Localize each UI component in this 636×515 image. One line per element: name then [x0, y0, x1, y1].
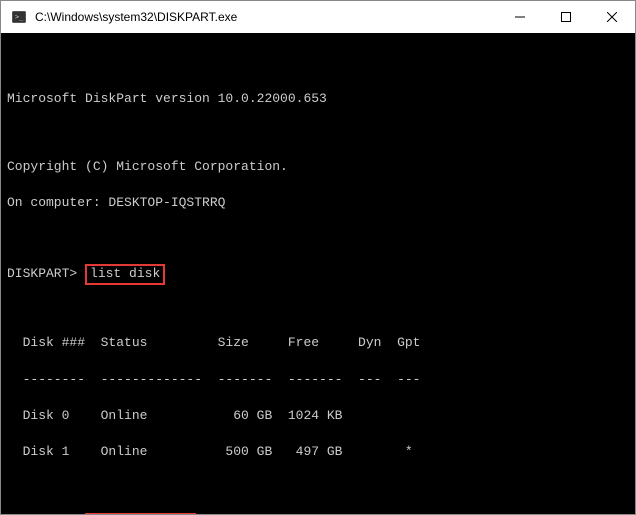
- window-title: C:\Windows\system32\DISKPART.exe: [35, 10, 497, 24]
- disk-row: Disk 1 Online 500 GB 497 GB *: [7, 443, 629, 461]
- minimize-button[interactable]: [497, 1, 543, 33]
- copyright-line: Copyright (C) Microsoft Corporation.: [7, 158, 629, 176]
- close-button[interactable]: [589, 1, 635, 33]
- titlebar[interactable]: >_ C:\Windows\system32\DISKPART.exe: [1, 1, 635, 33]
- command-select-disk: select disk 1: [85, 513, 196, 514]
- command-list-disk: list disk: [85, 264, 165, 285]
- disk-table-header: Disk ### Status Size Free Dyn Gpt: [7, 334, 629, 352]
- version-line: Microsoft DiskPart version 10.0.22000.65…: [7, 90, 629, 108]
- prompt: DISKPART>: [7, 266, 77, 281]
- disk-table-divider: -------- ------------- ------- ------- -…: [7, 371, 629, 389]
- maximize-button[interactable]: [543, 1, 589, 33]
- computer-line: On computer: DESKTOP-IQSTRRQ: [7, 194, 629, 212]
- window-controls: [497, 1, 635, 33]
- prompt-line-2: DISKPART> select disk 1: [7, 513, 629, 514]
- disk-row: Disk 0 Online 60 GB 1024 KB: [7, 407, 629, 425]
- prompt-line-1: DISKPART> list disk: [7, 264, 629, 285]
- window: >_ C:\Windows\system32\DISKPART.exe Micr…: [0, 0, 636, 515]
- terminal-output[interactable]: Microsoft DiskPart version 10.0.22000.65…: [1, 33, 635, 514]
- svg-text:>_: >_: [15, 13, 24, 21]
- app-icon: >_: [11, 9, 27, 25]
